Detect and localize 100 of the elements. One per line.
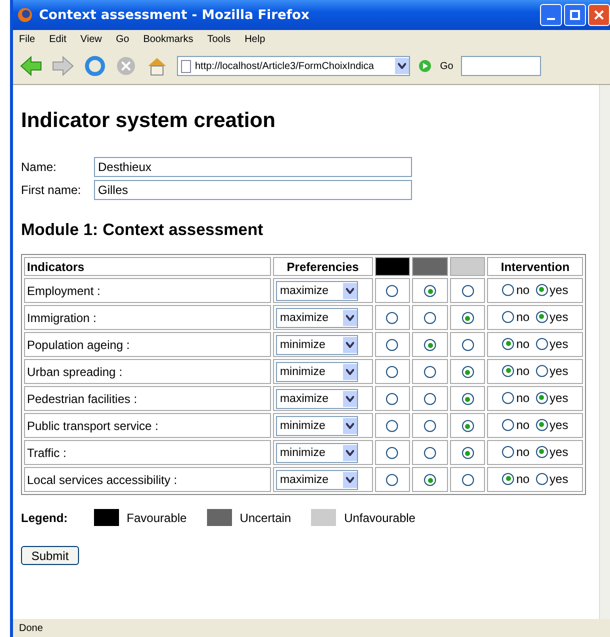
radio-button[interactable]: [424, 285, 436, 298]
menu-item[interactable]: Tools: [207, 34, 231, 44]
preference-select[interactable]: minimize: [276, 362, 358, 382]
radio-button[interactable]: [386, 474, 398, 486]
radio-button[interactable]: [502, 472, 514, 484]
minimize-button[interactable]: [540, 4, 562, 26]
status-text: Done: [19, 622, 43, 634]
field-label: Name:: [21, 160, 58, 174]
preference-select[interactable]: maximize: [276, 308, 358, 328]
radio-button[interactable]: [502, 392, 514, 404]
radio-button[interactable]: [536, 310, 548, 322]
option-label: no: [516, 418, 530, 432]
preference-select[interactable]: maximize: [276, 388, 358, 408]
radio-button[interactable]: [424, 339, 436, 352]
field-label: First name:: [21, 183, 82, 197]
legend-label: Unfavourable: [344, 510, 416, 524]
option-label: yes: [550, 364, 568, 378]
radio-button[interactable]: [386, 447, 398, 460]
maximize-icon: [570, 10, 580, 20]
option-label: no: [516, 390, 530, 404]
radio-button[interactable]: [386, 420, 398, 432]
radio-button[interactable]: [536, 364, 548, 376]
option-label: yes: [550, 418, 568, 432]
menu-item[interactable]: Help: [244, 34, 266, 44]
table-cell: Urban spreading :: [24, 359, 271, 384]
radio-button[interactable]: [536, 418, 548, 430]
maximize-button[interactable]: [564, 4, 586, 26]
radio-button[interactable]: [502, 284, 514, 296]
section-heading: Module 1: Context assessment: [21, 221, 264, 240]
legend-title: Legend:: [21, 510, 68, 524]
radio-button[interactable]: [386, 339, 398, 352]
radio-button[interactable]: [462, 420, 474, 432]
radio-button[interactable]: [502, 364, 514, 376]
preference-select[interactable]: minimize: [276, 442, 358, 462]
back-arrow-icon[interactable]: [19, 55, 43, 77]
radio-button[interactable]: [424, 312, 436, 324]
table-cell: Population ageing :: [24, 332, 271, 357]
preference-select[interactable]: minimize: [276, 416, 358, 436]
option-label: yes: [550, 472, 568, 486]
option-label: yes: [550, 336, 568, 350]
radio-button[interactable]: [502, 418, 514, 430]
scrollbar[interactable]: [599, 85, 610, 619]
radio-button[interactable]: [502, 446, 514, 458]
radio-button[interactable]: [536, 338, 548, 350]
radio-button[interactable]: [424, 393, 436, 406]
radio-button[interactable]: [424, 366, 436, 378]
option-label: no: [516, 444, 530, 458]
preference-select[interactable]: maximize: [276, 470, 358, 490]
radio-button[interactable]: [462, 312, 474, 324]
radio-button[interactable]: [424, 447, 436, 460]
go-button[interactable]: Go: [440, 60, 454, 72]
table-cell: Local services accessibility :: [24, 467, 271, 492]
radio-button[interactable]: [462, 339, 474, 352]
radio-button[interactable]: [536, 392, 548, 404]
text-field[interactable]: Desthieux: [94, 157, 412, 177]
address-field[interactable]: http://localhost/Article3/FormChoixIndica: [177, 56, 410, 76]
menu-item[interactable]: Bookmarks: [143, 34, 194, 44]
radio-button[interactable]: [424, 420, 436, 432]
radio-button[interactable]: [462, 366, 474, 378]
window-title: Context assessment - Mozilla Firefox: [39, 8, 310, 22]
radio-button[interactable]: [386, 393, 398, 406]
radio-button[interactable]: [462, 393, 474, 406]
radio-button[interactable]: [424, 474, 436, 486]
menu-item[interactable]: File: [19, 34, 36, 44]
table-cell: Employment :: [24, 278, 271, 303]
close-icon: [594, 10, 604, 20]
minimize-icon: [547, 18, 555, 20]
radio-button[interactable]: [462, 474, 474, 486]
legend-label: Uncertain: [240, 510, 292, 524]
option-label: no: [516, 310, 530, 324]
table-cell: Traffic :: [24, 440, 271, 465]
option-label: yes: [550, 444, 568, 458]
option-label: no: [516, 364, 530, 378]
radio-button[interactable]: [502, 310, 514, 322]
table-cell: Public transport service :: [24, 413, 271, 438]
reload-icon[interactable]: [83, 55, 107, 77]
preference-select[interactable]: minimize: [276, 334, 358, 354]
radio-button[interactable]: [536, 472, 548, 484]
submit-button[interactable]: Submit: [21, 546, 79, 565]
radio-button[interactable]: [502, 338, 514, 350]
radio-button[interactable]: [462, 285, 474, 298]
radio-button[interactable]: [536, 284, 548, 296]
close-button[interactable]: [588, 4, 610, 26]
option-label: no: [516, 472, 530, 486]
radio-button[interactable]: [386, 312, 398, 324]
menu-item[interactable]: Edit: [49, 34, 66, 44]
menu-item[interactable]: Go: [116, 34, 130, 44]
menu-item[interactable]: View: [80, 34, 102, 44]
legend-label: Favourable: [126, 510, 187, 524]
radio-button[interactable]: [386, 285, 398, 298]
go-icon[interactable]: [418, 59, 432, 73]
option-label: no: [516, 282, 530, 296]
search-field[interactable]: [461, 56, 542, 76]
radio-button[interactable]: [462, 447, 474, 460]
column-header: Indicators: [24, 257, 271, 276]
text-field[interactable]: Gilles: [94, 180, 412, 200]
preference-select[interactable]: maximize: [276, 280, 358, 300]
radio-button[interactable]: [536, 446, 548, 458]
option-label: yes: [550, 310, 568, 324]
radio-button[interactable]: [386, 366, 398, 378]
